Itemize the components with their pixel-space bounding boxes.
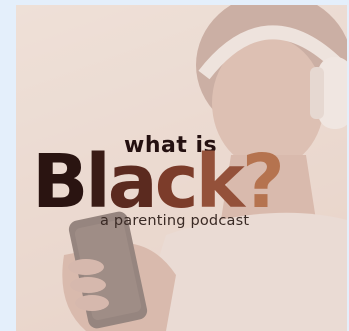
podcast-cover: what is Black? a parenting podcast: [16, 5, 347, 331]
big-letter: B: [32, 139, 88, 225]
big-letter: c: [154, 139, 199, 225]
big-letter: l: [85, 139, 110, 225]
big-letter: k: [195, 139, 245, 225]
title-big-word: Black?: [32, 139, 285, 225]
big-letter: ?: [241, 139, 285, 225]
tagline: a parenting podcast: [100, 213, 250, 229]
title-block: what is Black? a parenting podcast: [16, 5, 347, 331]
big-letter: a: [107, 139, 158, 225]
